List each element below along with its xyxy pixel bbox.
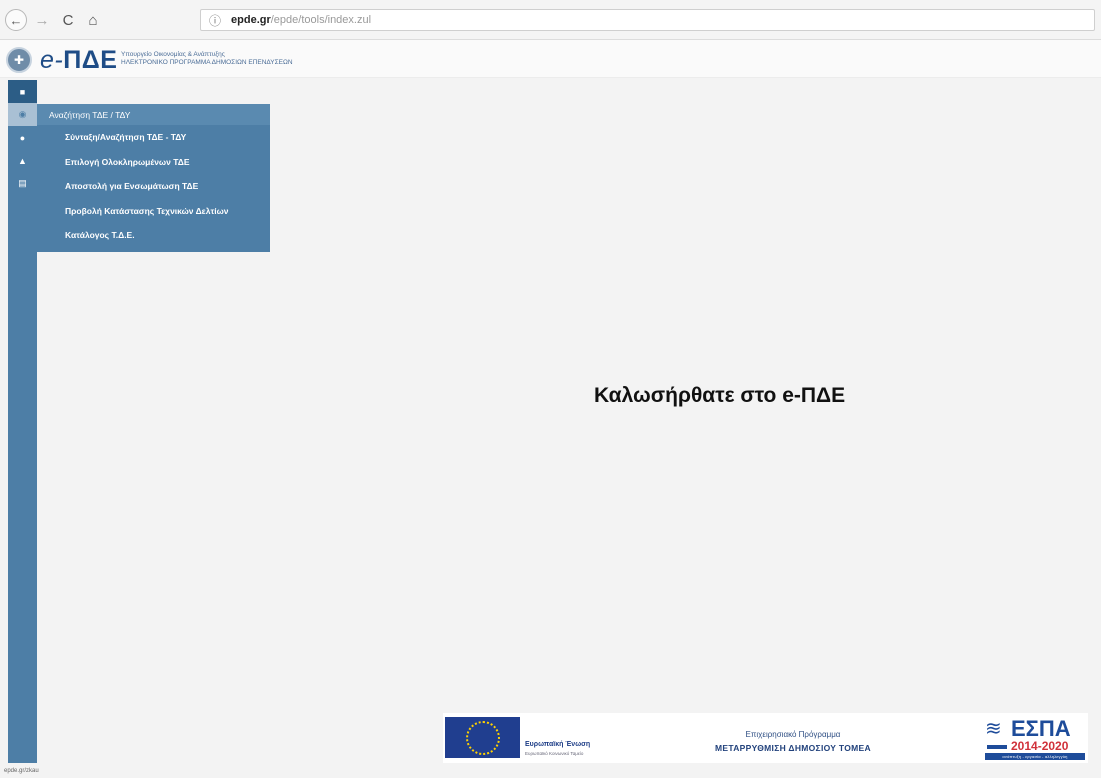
funding-banner: Ευρωπαϊκή Ένωση Ευρωπαϊκό Κοινωνικό Ταμε… (443, 713, 1088, 763)
forward-icon[interactable]: → (34, 9, 50, 31)
print-glyph: ▤ (18, 178, 27, 188)
eu-fund: Ευρωπαϊκό Κοινωνικό Ταμείο (525, 751, 584, 756)
users-glyph: ▲ (18, 155, 27, 166)
eu-flag-icon (445, 717, 520, 758)
icon-rail: ■ ◉ ● ▲ ▤ (8, 80, 37, 763)
rail-messages-icon[interactable]: ● (8, 126, 37, 149)
home-glyph: ■ (19, 86, 26, 97)
search-glyph: ◉ (18, 109, 27, 119)
menu-item-compose-search[interactable]: Σύνταξη/Αναζήτηση ΤΔΕ - ΤΔΥ (37, 125, 270, 150)
op-title: Επιχειρησιακό Πρόγραμμα (745, 730, 841, 739)
rail-print-icon[interactable]: ▤ (8, 172, 37, 195)
back-icon[interactable]: ← (5, 9, 27, 31)
ministry-line-2: ΗΛΕΚΤΡΟΝΙΚΟ ΠΡΟΓΡΑΜΜΑ ΔΗΜΟΣΙΩΝ ΕΠΕΝΔΥΣΕΩ… (121, 59, 293, 66)
status-text: epde.gr/zkau (4, 768, 39, 774)
url-domain: epde.gr (231, 14, 271, 26)
logo-text: ΠΔΕ (63, 46, 118, 74)
rail-home-icon[interactable]: ■ (8, 80, 37, 103)
espa-slogan: ανάπτυξη - εργασία - αλληλεγγύη (985, 753, 1085, 760)
welcome-title: Καλωσήρθατε στο e-ΠΔΕ (594, 384, 846, 407)
rail-search-icon[interactable]: ◉ (8, 103, 37, 126)
espa-flag-icon (987, 745, 1007, 749)
address-bar[interactable]: ⓘ epde.gr /epde/tools/index.zul (200, 9, 1095, 31)
rail-users-icon[interactable]: ▲ (8, 149, 37, 172)
info-icon[interactable]: ⓘ (209, 12, 221, 29)
menu-item-send-integration[interactable]: Αποστολή για Ενσωμάτωση ΤΔΕ (37, 174, 270, 199)
home-icon[interactable]: ⌂ (84, 9, 102, 31)
messages-glyph: ● (19, 132, 26, 143)
search-menu: Αναζήτηση ΤΔΕ / ΤΔΥ Σύνταξη/Αναζήτηση ΤΔ… (37, 104, 270, 252)
app-header: ✚ e-ΠΔΕ Υπουργείο Οικονομίας & Ανάπτυξης… (0, 40, 1101, 78)
menu-item-completed-select[interactable]: Επιλογή Ολοκληρωμένων ΤΔΕ (37, 150, 270, 175)
logo-e: e- (40, 46, 64, 74)
espa-logo: ≋ ΕΣΠΑ 2014-2020 ανάπτυξη - εργασία - αλ… (985, 717, 1085, 761)
espa-waves-icon: ≋ (985, 718, 1002, 740)
ministry-line-1: Υπουργείο Οικονομίας & Ανάπτυξης (121, 51, 225, 58)
menu-item-catalog[interactable]: Κατάλογος Τ.Δ.Ε. (37, 223, 270, 248)
ministry-name: Υπουργείο Οικονομίας & Ανάπτυξης ΗΛΕΚΤΡΟ… (121, 51, 293, 67)
url-path: /epde/tools/index.zul (270, 14, 372, 26)
espa-name: ΕΣΠΑ (1011, 716, 1071, 741)
seal-glyph: ✚ (13, 53, 25, 67)
reload-icon[interactable]: C (60, 9, 76, 31)
espa-years: 2014-2020 (1011, 739, 1069, 753)
menu-item-status-view[interactable]: Προβολή Κατάστασης Τεχνικών Δελτίων (37, 199, 270, 224)
eu-stars-icon (465, 720, 500, 755)
menu-header[interactable]: Αναζήτηση ΤΔΕ / ΤΔΥ (37, 104, 270, 125)
epde-logo[interactable]: e-ΠΔΕ (40, 46, 117, 75)
eu-name: Ευρωπαϊκή Ένωση (525, 741, 591, 748)
browser-toolbar: ← → C ⌂ ⓘ epde.gr /epde/tools/index.zul (0, 0, 1101, 40)
hellenic-seal-icon: ✚ (6, 47, 32, 73)
op-name: ΜΕΤΑΡΡΥΘΜΙΣΗ ΔΗΜΟΣΙΟΥ ΤΟΜΕΑ (715, 743, 871, 753)
